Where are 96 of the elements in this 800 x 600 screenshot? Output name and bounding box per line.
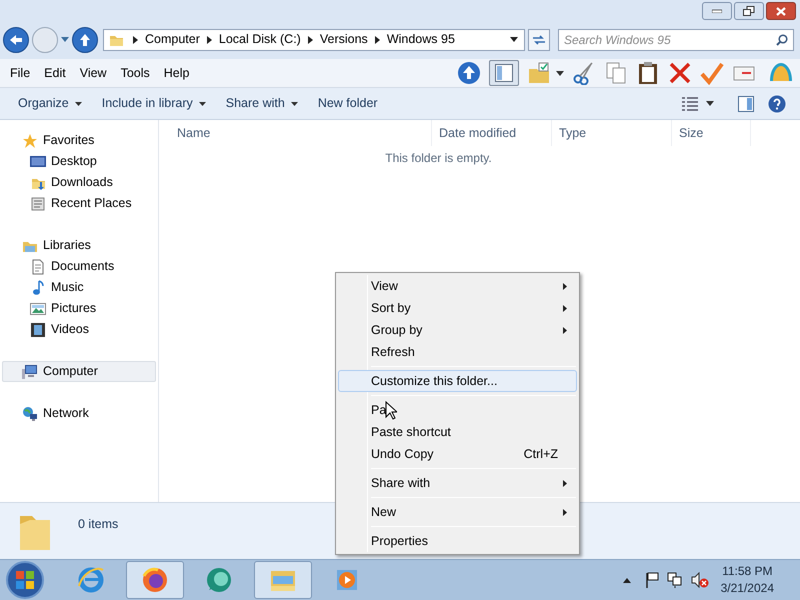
nav-item[interactable]: Computer (2, 361, 156, 382)
clock-time[interactable]: 11:58 PM (722, 563, 773, 580)
chevron-icon (374, 36, 380, 44)
start-button[interactable] (6, 561, 44, 600)
breadcrumb[interactable]: Computer (145, 30, 200, 50)
menu-option[interactable]: Refresh (338, 341, 577, 363)
history-caret-icon[interactable] (61, 37, 69, 42)
nav-item[interactable]: Desktop (0, 151, 158, 172)
folder-check-icon[interactable] (527, 61, 551, 86)
toolbar-button[interactable]: Organize (8, 90, 92, 117)
chevron-icon (206, 36, 212, 44)
muted-speaker-icon[interactable] (690, 572, 709, 588)
menu-option[interactable]: Properties (338, 530, 577, 552)
help-icon[interactable] (768, 94, 786, 113)
nav-item[interactable]: Music (0, 277, 158, 298)
pictures-icon (30, 300, 46, 317)
computer-icon (22, 364, 38, 380)
videos-icon (30, 322, 46, 338)
minimize-button[interactable] (702, 2, 732, 20)
close-icon (776, 6, 786, 16)
desktop-icon (30, 154, 46, 170)
back-arrow-icon (9, 34, 23, 46)
menu-option[interactable]: Share with (338, 472, 577, 494)
address-bar[interactable]: Computer Local Disk (C:) Versions Windows 95 (103, 28, 525, 51)
chevron-icon (308, 36, 313, 44)
flag-icon[interactable] (644, 572, 659, 588)
column-header[interactable]: Type (551, 120, 671, 146)
copy-icon[interactable] (604, 61, 628, 86)
refresh-button[interactable] (528, 28, 550, 51)
chat-bubble-icon (205, 566, 233, 594)
star-icon (22, 132, 38, 149)
refresh-icon (532, 34, 546, 46)
up-arrow-icon (79, 32, 91, 47)
delete-icon[interactable] (668, 61, 692, 86)
chevron-icon (133, 36, 138, 44)
check-icon[interactable] (700, 61, 724, 86)
document-icon (30, 258, 46, 275)
recent-icon (30, 196, 46, 212)
taskbar-button[interactable] (126, 561, 184, 600)
browser-icon (77, 566, 105, 594)
restore-button[interactable] (734, 2, 764, 20)
menu-option[interactable]: Customize this folder... (338, 370, 577, 392)
item-count: 0 items (78, 516, 118, 533)
mouse-pointer-icon (385, 401, 397, 420)
show-hidden-icons-icon[interactable] (622, 578, 631, 583)
toolbar-button[interactable]: Include in library (92, 90, 216, 117)
breadcrumb[interactable]: Local Disk (C:) (218, 30, 301, 50)
nav-item[interactable]: Favorites (2, 130, 156, 152)
menu-item[interactable]: Tools (114, 64, 157, 82)
view-options-icon[interactable] (682, 96, 698, 111)
toolbar-button[interactable]: New folder (308, 90, 388, 117)
windows-logo-icon (16, 571, 34, 590)
preview-pane-icon[interactable] (738, 96, 754, 112)
restore-icon (743, 6, 755, 16)
fox-globe-icon (141, 566, 169, 594)
empty-folder-message: This folder is empty. (385, 150, 492, 168)
nav-item[interactable]: Network (2, 403, 156, 424)
toolbar-button[interactable]: Share with (216, 90, 308, 117)
menu-option[interactable]: Pa (338, 399, 577, 421)
menu-option[interactable]: Undo Copy Ctrl+Z (338, 443, 577, 465)
caret-icon[interactable] (706, 101, 714, 106)
caret-icon[interactable] (556, 70, 564, 76)
clock-date[interactable]: 3/21/2024 (720, 580, 774, 598)
column-header[interactable]: Date modified (431, 120, 551, 146)
menu-item[interactable]: Edit (37, 64, 73, 82)
minimize-icon (712, 9, 722, 13)
menu-option[interactable]: Sort by (338, 297, 577, 319)
nav-item[interactable]: Documents (0, 256, 158, 278)
menu-option[interactable]: New (338, 501, 577, 523)
menu-option[interactable]: View (338, 275, 577, 297)
clipboard-icon[interactable] (636, 61, 660, 86)
breadcrumb[interactable]: Versions (320, 30, 368, 50)
up-button[interactable] (72, 26, 98, 53)
network-icon[interactable] (666, 572, 683, 588)
menu-item[interactable]: File (3, 64, 38, 82)
nav-item[interactable]: Pictures (0, 298, 158, 320)
menu-item[interactable]: Help (156, 64, 196, 82)
music-icon (30, 280, 46, 296)
nav-item[interactable]: Downloads (0, 172, 158, 194)
pane-icon (495, 64, 513, 82)
close-button[interactable] (766, 2, 796, 20)
menu-item[interactable]: View (72, 64, 114, 82)
search-field[interactable]: Search Windows 95 (558, 28, 794, 51)
network-icon (22, 406, 38, 422)
menu-option[interactable]: Paste shortcut (338, 421, 577, 443)
column-header[interactable]: Name (159, 120, 431, 146)
dropdown-caret-icon (510, 37, 518, 42)
menu-option[interactable]: Group by (338, 319, 577, 341)
search-icon (776, 34, 788, 46)
back-button[interactable] (3, 26, 29, 53)
nav-item[interactable]: Libraries (2, 235, 156, 256)
breadcrumb[interactable]: Windows 95 (386, 30, 455, 50)
pane-toggle-button[interactable] (489, 60, 519, 86)
column-header[interactable]: Size (671, 120, 751, 146)
nav-item[interactable]: Recent Places (0, 193, 158, 214)
nav-item[interactable]: Videos (0, 319, 158, 340)
